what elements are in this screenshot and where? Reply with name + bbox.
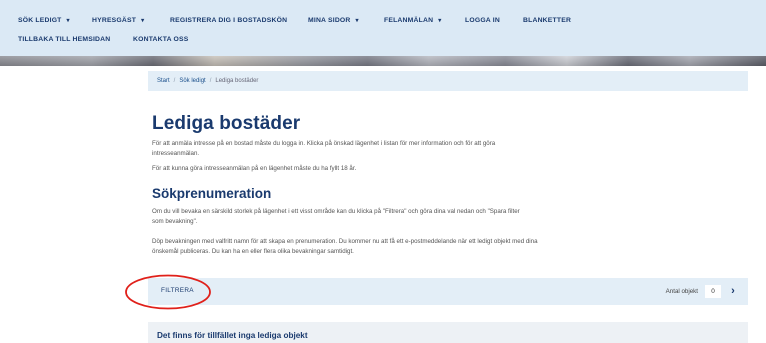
nav-tillbaka-label: TILLBAKA TILL HEMSIDAN: [18, 36, 111, 43]
chevron-down-icon: ▾: [355, 18, 359, 24]
no-results-panel: Det finns för tillfället inga lediga obj…: [148, 322, 748, 343]
chevron-right-icon[interactable]: ›: [727, 284, 739, 298]
subscription-text: Om du vill bevaka en särskild storlek på…: [152, 208, 520, 225]
nav-sok-ledigt[interactable]: SÖK LEDIGT ▾: [18, 17, 70, 24]
nav-hyresgast-label: HYRESGÄST: [92, 17, 137, 24]
intro-text: För att anmäla intresse på en bostad mås…: [152, 140, 496, 157]
nav-felanmalan[interactable]: FELANMÄLAN ▾: [384, 17, 441, 24]
no-results-message: Det finns för tillfället inga lediga obj…: [157, 331, 308, 340]
red-circle-annotation: [125, 274, 211, 310]
nav-logga-in-label: LOGGA IN: [465, 17, 500, 24]
nav-registrera-label: REGISTRERA DIG I BOSTADSKÖN: [170, 17, 288, 24]
age-requirement-text: För att kunna göra intresseanmälan på en…: [152, 165, 357, 172]
top-navigation: SÖK LEDIGT ▾ HYRESGÄST ▾ REGISTRERA DIG …: [0, 0, 766, 56]
subscription-details-text: Döp bevakningen med valfritt namn för at…: [152, 238, 538, 255]
nav-blanketter-label: BLANKETTER: [523, 17, 572, 24]
nav-logga-in[interactable]: LOGGA IN: [465, 17, 500, 24]
breadcrumb-separator: /: [173, 78, 176, 84]
nav-blanketter[interactable]: BLANKETTER: [523, 17, 571, 24]
breadcrumb: Start / Sök ledigt / Lediga bostäder: [148, 71, 748, 91]
nav-mina-sidor-label: MINA SIDOR: [308, 17, 351, 24]
breadcrumb-separator: /: [209, 78, 212, 84]
object-count-label: Antal objekt: [665, 288, 698, 295]
object-count-value: 0: [705, 285, 721, 298]
filter-bar: FILTRERA Antal objekt 0 ›: [148, 278, 748, 305]
subscription-heading: Sökprenumeration: [152, 186, 272, 201]
chevron-down-icon: ▾: [141, 18, 145, 24]
breadcrumb-sok-ledigt[interactable]: Sök ledigt: [179, 78, 205, 84]
nav-sok-ledigt-label: SÖK LEDIGT: [18, 17, 62, 24]
breadcrumb-start[interactable]: Start: [157, 78, 170, 84]
nav-mina-sidor[interactable]: MINA SIDOR ▾: [308, 17, 359, 24]
page-title: Lediga bostäder: [152, 113, 301, 134]
nav-registrera[interactable]: REGISTRERA DIG I BOSTADSKÖN: [170, 17, 287, 24]
nav-kontakta-oss[interactable]: KONTAKTA OSS: [133, 36, 189, 43]
nav-kontakta-oss-label: KONTAKTA OSS: [133, 36, 189, 43]
hero-image-strip: [0, 56, 766, 66]
breadcrumb-current: Lediga bostäder: [215, 78, 259, 84]
chevron-down-icon: ▾: [438, 18, 442, 24]
nav-tillbaka[interactable]: TILLBAKA TILL HEMSIDAN: [18, 36, 110, 43]
nav-felanmalan-label: FELANMÄLAN: [384, 17, 434, 24]
nav-hyresgast[interactable]: HYRESGÄST ▾: [92, 17, 144, 24]
chevron-down-icon: ▾: [66, 18, 70, 24]
